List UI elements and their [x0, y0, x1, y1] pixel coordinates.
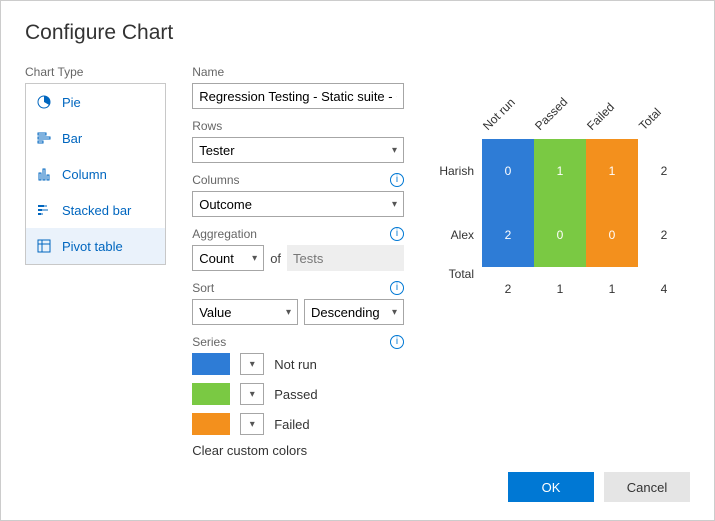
pivot-col-header: Passed: [532, 95, 570, 133]
pivot-col-header: Not run: [480, 95, 518, 133]
pivot-cell: 2: [638, 203, 690, 267]
info-icon[interactable]: i: [390, 173, 404, 187]
name-label: Name: [192, 65, 404, 79]
info-icon[interactable]: i: [390, 335, 404, 349]
series-name: Passed: [274, 387, 317, 402]
info-icon[interactable]: i: [390, 281, 404, 295]
sort-by-select[interactable]: Value ▾: [192, 299, 298, 325]
pivot-total-cell: 1: [586, 267, 638, 311]
chart-type-list: Pie Bar Column Stacked bar Pivot table: [25, 83, 166, 265]
clear-custom-colors[interactable]: Clear custom colors: [192, 443, 404, 458]
series-color-select[interactable]: ▾: [240, 353, 264, 375]
chart-type-label: Chart Type: [25, 65, 166, 79]
chevron-down-icon: ▾: [250, 389, 255, 400]
pivot-cell: 2: [482, 203, 534, 267]
pivot-total-cell: 4: [638, 267, 690, 311]
columns-value: Outcome: [199, 197, 252, 212]
chevron-down-icon: ▾: [392, 199, 397, 210]
chevron-down-icon: ▾: [252, 253, 257, 264]
chart-type-item-label: Column: [62, 167, 107, 182]
pivot-col-header: Failed: [584, 100, 617, 133]
series-color-swatch: [192, 353, 230, 375]
pivot-cell: 1: [534, 139, 586, 203]
pivot-preview: Not runPassedFailedTotal Harish0112Alex2…: [430, 83, 690, 311]
rows-select[interactable]: Tester ▾: [192, 137, 404, 163]
sort-by-value: Value: [199, 305, 231, 320]
pivot-row-label: Harish: [430, 164, 482, 178]
pivot-cell: 0: [482, 139, 534, 203]
aggregation-value: Count: [199, 251, 234, 266]
aggregation-of: of: [270, 251, 281, 266]
pivot-cell: 0: [586, 203, 638, 267]
sort-dir-value: Descending: [311, 305, 380, 320]
chart-type-item-label: Bar: [62, 131, 82, 146]
chevron-down-icon: ▾: [250, 419, 255, 430]
columns-label: Columns: [192, 173, 239, 187]
series-color-select[interactable]: ▾: [240, 413, 264, 435]
chevron-down-icon: ▾: [286, 307, 291, 318]
series-color-select[interactable]: ▾: [240, 383, 264, 405]
aggregation-label: Aggregation: [192, 227, 257, 241]
rows-value: Tester: [199, 143, 234, 158]
name-input[interactable]: [192, 83, 404, 109]
rows-label: Rows: [192, 119, 222, 133]
pivot-cell: 1: [586, 139, 638, 203]
sort-label: Sort: [192, 281, 214, 295]
chart-type-item-label: Stacked bar: [62, 203, 131, 218]
chart-type-pie[interactable]: Pie: [26, 84, 165, 120]
cancel-button[interactable]: Cancel: [604, 472, 690, 502]
column-icon: [36, 166, 52, 182]
info-icon[interactable]: i: [390, 227, 404, 241]
chevron-down-icon: ▾: [392, 145, 397, 156]
chart-type-item-label: Pivot table: [62, 239, 123, 254]
pivot-cell: 0: [534, 203, 586, 267]
series-label: Series: [192, 335, 226, 349]
aggregation-select[interactable]: Count ▾: [192, 245, 264, 271]
chart-type-item-label: Pie: [62, 95, 81, 110]
pivot-total-cell: 2: [482, 267, 534, 311]
chevron-down-icon: ▾: [250, 359, 255, 370]
series-color-swatch: [192, 413, 230, 435]
pie-icon: [36, 94, 52, 110]
pivot-col-header: Total: [636, 105, 664, 133]
pivot-total-cell: 1: [534, 267, 586, 311]
chevron-down-icon: ▾: [392, 307, 397, 318]
stacked-bar-icon: [36, 202, 52, 218]
dialog-title: Configure Chart: [25, 21, 690, 45]
bar-icon: [36, 130, 52, 146]
series-color-swatch: [192, 383, 230, 405]
chart-type-bar[interactable]: Bar: [26, 120, 165, 156]
chart-type-column[interactable]: Column: [26, 156, 165, 192]
series-name: Not run: [274, 357, 317, 372]
pivot-cell: 2: [638, 139, 690, 203]
pivot-row-label: Alex: [430, 228, 482, 242]
series-name: Failed: [274, 417, 309, 432]
chart-type-stacked-bar[interactable]: Stacked bar: [26, 192, 165, 228]
pivot-table-icon: [36, 238, 52, 254]
chart-type-pivot-table[interactable]: Pivot table: [26, 228, 165, 264]
ok-button[interactable]: OK: [508, 472, 594, 502]
columns-select[interactable]: Outcome ▾: [192, 191, 404, 217]
configure-chart-dialog: Configure Chart Chart Type Pie Bar Colum…: [0, 0, 715, 521]
aggregation-target: Tests: [287, 245, 404, 271]
pivot-total-label: Total: [430, 267, 482, 311]
sort-dir-select[interactable]: Descending ▾: [304, 299, 404, 325]
